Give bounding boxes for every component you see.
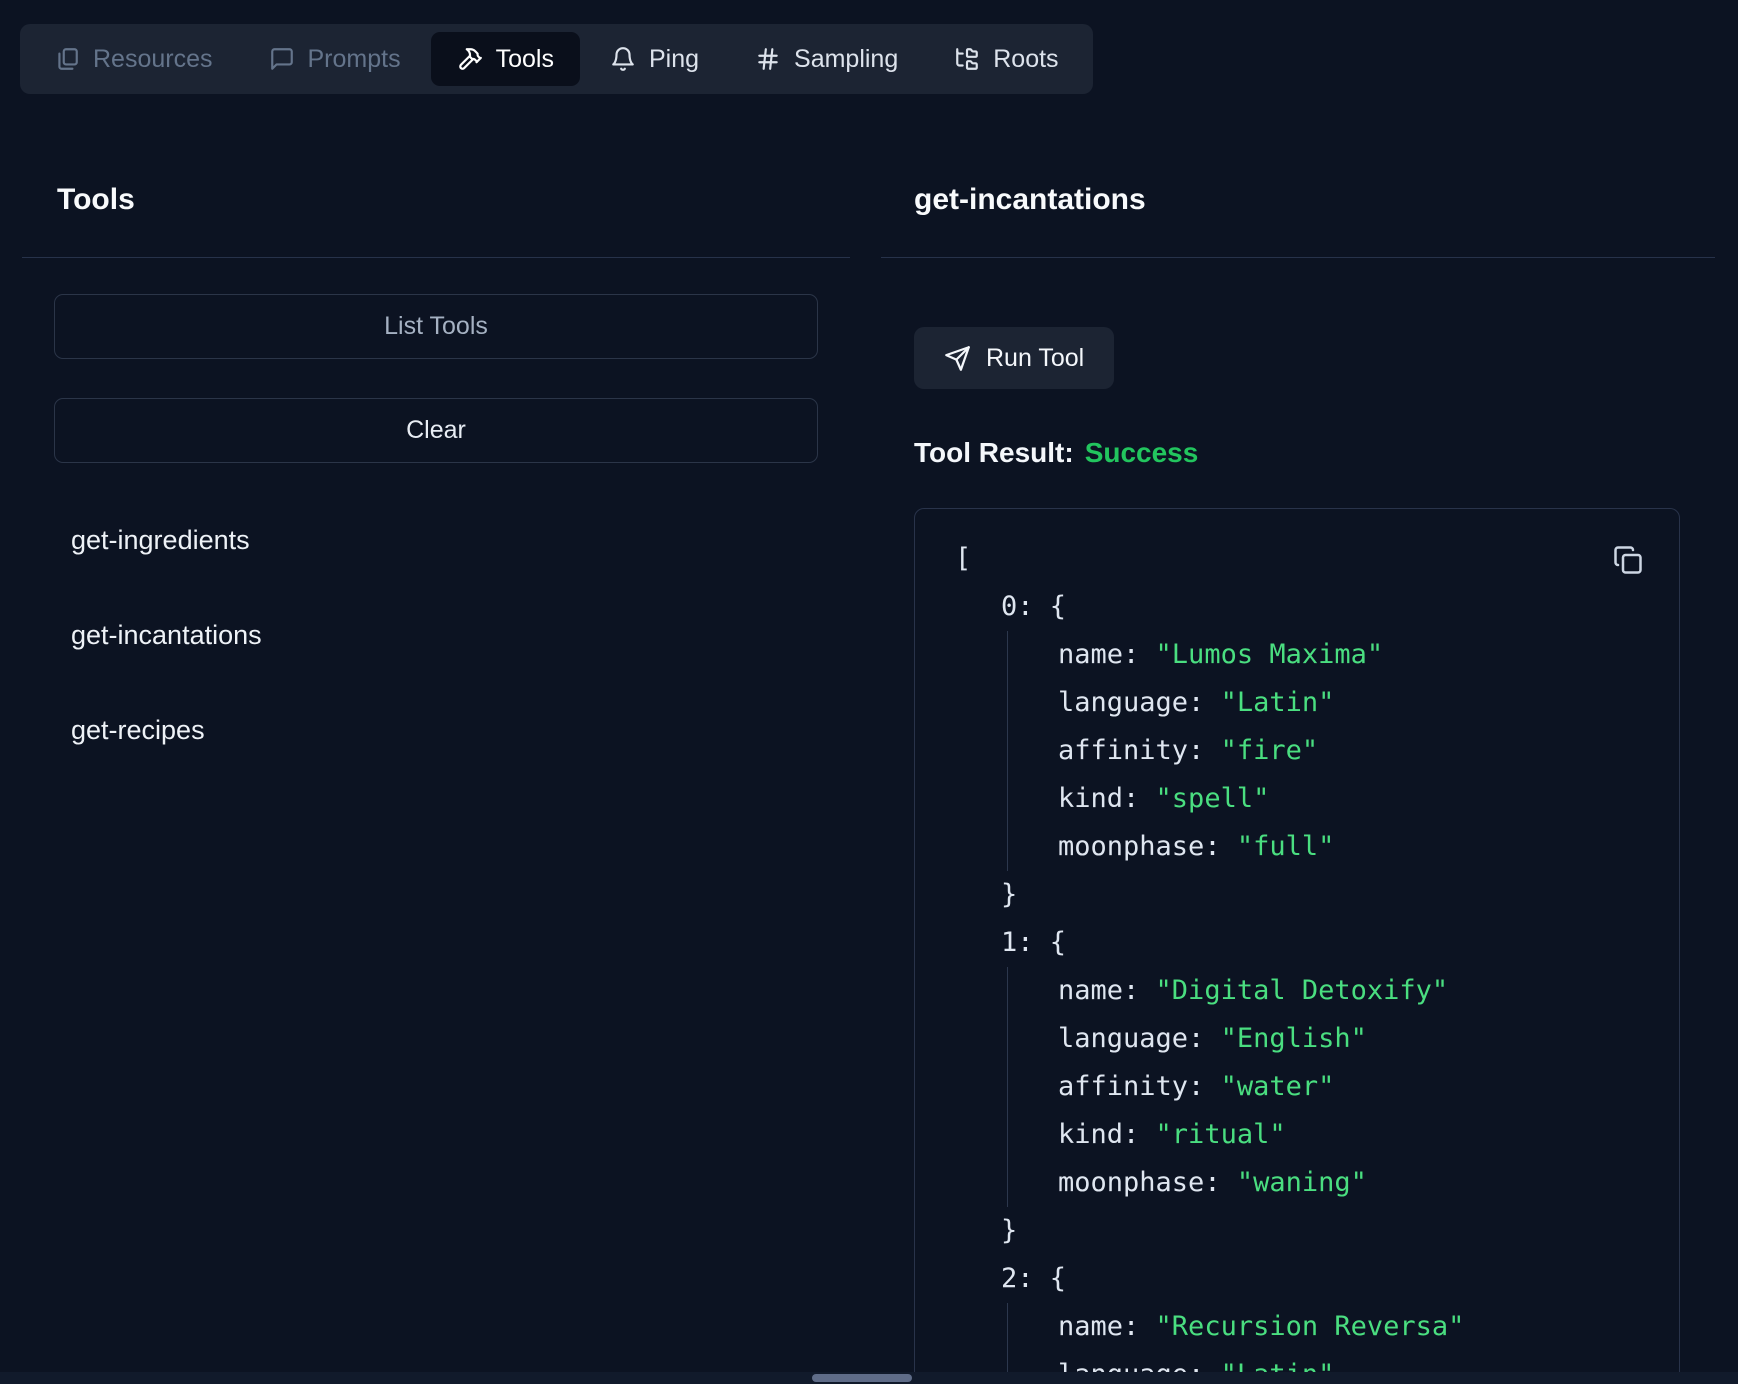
tab-tools[interactable]: Tools <box>431 32 580 86</box>
tab-label: Sampling <box>794 45 898 74</box>
run-tool-label: Run Tool <box>986 344 1084 373</box>
json-line: 0: { <box>955 583 1639 631</box>
tool-result-line: Tool Result: Success <box>914 437 1198 469</box>
send-icon <box>944 345 971 372</box>
app: { "theme": { "bg": "#0c1322", "nav-bg": … <box>0 0 1738 1384</box>
tools-panel-title: Tools <box>57 182 135 218</box>
json-line: name: "Recursion Reversa" <box>1058 1303 1639 1351</box>
json-line: language: "Latin" <box>1058 679 1639 727</box>
tab-sampling[interactable]: Sampling <box>729 32 924 86</box>
json-result-viewer: [0: {name: "Lumos Maxima"language: "Lati… <box>914 508 1680 1384</box>
json-line: affinity: "fire" <box>1058 727 1639 775</box>
tools-list: get-ingredients get-incantations get-recip… <box>54 505 818 790</box>
copy-icon <box>1613 545 1643 575</box>
json-line: name: "Digital Detoxify" <box>1058 967 1639 1015</box>
json-line: name: "Lumos Maxima" <box>1058 631 1639 679</box>
copy-button[interactable] <box>1613 545 1643 575</box>
tool-list-item[interactable]: get-recipes <box>54 695 818 765</box>
nav-tabs: Resources Prompts Tools Ping Sampling Roots <box>28 32 1085 86</box>
tab-label: Resources <box>93 45 213 74</box>
tab-label: Roots <box>993 45 1058 74</box>
json-line: language: "English" <box>1058 1015 1639 1063</box>
tool-list-item[interactable]: get-ingredients <box>54 505 818 575</box>
tool-list-item[interactable]: get-incantations <box>54 600 818 670</box>
hash-icon <box>755 46 781 72</box>
tab-label: Tools <box>496 45 554 74</box>
tab-prompts[interactable]: Prompts <box>243 32 427 86</box>
json-line: [ <box>955 535 1639 583</box>
tab-label: Ping <box>649 45 699 74</box>
tool-result-label: Tool Result: <box>914 437 1074 468</box>
json-entry-fields: name: "Digital Detoxify"language: "Engli… <box>1007 967 1639 1207</box>
horizontal-scrollbar[interactable] <box>0 1372 1738 1384</box>
json-line: moonphase: "waning" <box>1058 1159 1639 1207</box>
folder-tree-icon <box>954 46 980 72</box>
run-tool-button[interactable]: Run Tool <box>914 327 1114 389</box>
result-panel-title: get-incantations <box>914 182 1146 218</box>
json-content: [0: {name: "Lumos Maxima"language: "Lati… <box>955 535 1639 1384</box>
json-line: kind: "spell" <box>1058 775 1639 823</box>
tab-roots[interactable]: Roots <box>928 32 1084 86</box>
json-line: } <box>955 871 1639 919</box>
scrollbar-thumb[interactable] <box>812 1374 912 1382</box>
hammer-icon <box>457 46 483 72</box>
json-entry-fields: name: "Lumos Maxima"language: "Latin"aff… <box>1007 631 1639 871</box>
chat-bubble-icon <box>269 46 295 72</box>
json-line: 1: { <box>955 919 1639 967</box>
bell-icon <box>610 46 636 72</box>
list-tools-button[interactable]: List Tools <box>54 294 818 359</box>
tab-label: Prompts <box>308 45 401 74</box>
result-panel-divider <box>881 257 1715 258</box>
json-line: } <box>955 1207 1639 1255</box>
top-nav: Resources Prompts Tools Ping Sampling Roots <box>20 24 1093 94</box>
tools-panel-divider <box>22 257 850 258</box>
files-icon <box>54 46 80 72</box>
json-line: affinity: "water" <box>1058 1063 1639 1111</box>
json-line: moonphase: "full" <box>1058 823 1639 871</box>
tab-ping[interactable]: Ping <box>584 32 725 86</box>
tab-resources[interactable]: Resources <box>28 32 239 86</box>
tool-result-status: Success <box>1085 437 1199 468</box>
json-line: kind: "ritual" <box>1058 1111 1639 1159</box>
json-line: 2: { <box>955 1255 1639 1303</box>
clear-button[interactable]: Clear <box>54 398 818 463</box>
